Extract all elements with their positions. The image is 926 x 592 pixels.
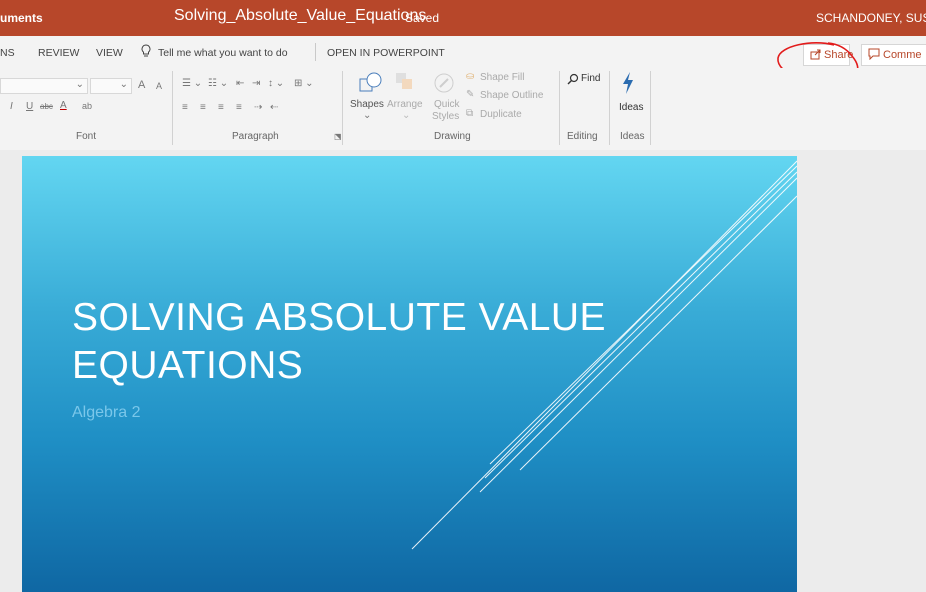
- align-left-icon[interactable]: ≡: [182, 102, 188, 113]
- chevron-down-icon: ⌄: [75, 79, 84, 90]
- justify-icon[interactable]: ≡: [236, 102, 242, 113]
- share-button[interactable]: Share: [803, 44, 854, 66]
- increase-indent-icon[interactable]: ⇥: [252, 78, 260, 89]
- ribbon: ⌄ ⌄ A A I U abc A ab Font ☰ ⌄ ☷ ⌄ ⇤ ⇥ ↕ …: [0, 68, 926, 150]
- paragraph-group-label: Paragraph: [232, 131, 279, 142]
- group-divider: [559, 71, 560, 145]
- comments-label: Comme: [883, 49, 922, 61]
- ltr-icon[interactable]: ⇢: [254, 102, 262, 113]
- decrease-indent-icon[interactable]: ⇤: [236, 78, 244, 89]
- lightbulb-icon: [140, 44, 152, 61]
- duplicate-button[interactable]: Duplicate: [480, 109, 522, 120]
- title-separator: -: [383, 11, 387, 25]
- shape-fill-button[interactable]: Shape Fill: [480, 72, 524, 83]
- highlight-button[interactable]: ab: [82, 101, 92, 111]
- font-group: ⌄ ⌄ A A I U abc A ab Font: [0, 68, 170, 150]
- tell-me-search[interactable]: Tell me what you want to do: [158, 47, 288, 59]
- drawing-group-label: Drawing: [434, 131, 471, 142]
- font-group-label: Font: [76, 131, 97, 142]
- slide-canvas: SOLVING ABSOLUTE VALUE EQUATIONS Algebra…: [0, 150, 926, 592]
- grow-font-button[interactable]: A: [138, 79, 145, 91]
- paragraph-group: ☰ ⌄ ☷ ⌄ ⇤ ⇥ ↕ ⌄ ⊞ ⌄ ≡ ≡ ≡ ≡ ⇢ ⇠ Paragrap…: [174, 68, 344, 150]
- group-divider: [342, 71, 343, 145]
- slide-title-line-2: EQUATIONS: [72, 344, 304, 387]
- strikethrough-button[interactable]: abc: [40, 102, 53, 111]
- tab-view[interactable]: VIEW: [96, 47, 123, 59]
- align-center-icon[interactable]: ≡: [200, 102, 206, 113]
- title-bar: uments Solving_Absolute_Value_Equations …: [0, 0, 926, 36]
- find-button[interactable]: Find: [581, 73, 600, 84]
- slide-title[interactable]: SOLVING ABSOLUTE VALUE EQUATIONS: [72, 294, 632, 390]
- underline-button[interactable]: U: [26, 101, 33, 112]
- slide-subtitle[interactable]: Algebra 2: [72, 404, 141, 422]
- paint-bucket-icon: ⛀: [466, 71, 475, 82]
- shape-outline-button[interactable]: Shape Outline: [480, 90, 543, 101]
- lightning-icon: [621, 71, 635, 100]
- open-in-powerpoint-button[interactable]: OPEN IN POWERPOINT: [327, 47, 445, 59]
- drawing-group: Shapes ⌄ Arrange ⌄ Quick Styles ⛀ Shape …: [344, 68, 558, 150]
- arrange-icon: [394, 71, 416, 98]
- tab-divider: [315, 43, 316, 61]
- font-size-dropdown[interactable]: ⌄: [90, 78, 132, 94]
- ribbon-tabs: NS REVIEW VIEW Tell me what you want to …: [0, 36, 926, 68]
- group-divider: [172, 71, 173, 145]
- dialog-launcher-icon[interactable]: ⬔: [334, 132, 342, 141]
- numbering-icon[interactable]: ☷ ⌄: [208, 78, 228, 89]
- quick-styles-icon: [432, 71, 456, 100]
- share-label: Share: [824, 49, 854, 61]
- quick-styles-label-1[interactable]: Quick: [434, 99, 460, 110]
- italic-button[interactable]: I: [10, 101, 13, 112]
- font-name-dropdown[interactable]: ⌄: [0, 78, 88, 94]
- ideas-group: Ideas Ideas: [611, 68, 651, 150]
- slide-title-line-1: SOLVING ABSOLUTE VALUE: [72, 296, 607, 339]
- editing-group: Find Editing: [561, 68, 607, 150]
- shrink-font-button[interactable]: A: [156, 81, 162, 91]
- search-icon: [567, 72, 579, 90]
- share-icon: [810, 48, 822, 63]
- shapes-icon[interactable]: [358, 70, 384, 101]
- chevron-down-icon: ⌄: [402, 110, 411, 121]
- user-name[interactable]: SCHANDONEY, SUSAN: [816, 11, 926, 25]
- arrange-button[interactable]: Arrange: [387, 99, 423, 110]
- align-right-icon[interactable]: ≡: [218, 102, 224, 113]
- line-spacing-icon[interactable]: ↕ ⌄: [268, 78, 284, 89]
- save-status: Saved: [405, 11, 440, 25]
- document-title[interactable]: Solving_Absolute_Value_Equations: [174, 7, 426, 25]
- chevron-down-icon: ⌄: [363, 110, 372, 121]
- rtl-icon[interactable]: ⇠: [270, 102, 278, 113]
- group-divider: [609, 71, 610, 145]
- tab-animations[interactable]: NS: [0, 47, 15, 59]
- chevron-down-icon: ⌄: [119, 79, 128, 90]
- tab-review[interactable]: REVIEW: [38, 47, 79, 59]
- editing-group-label: Editing: [567, 131, 598, 142]
- font-color-button[interactable]: A: [60, 100, 67, 111]
- comments-button[interactable]: Comme: [861, 44, 926, 66]
- ideas-button[interactable]: Ideas: [619, 102, 643, 113]
- duplicate-icon: ⧉: [466, 108, 474, 119]
- quick-styles-label-2[interactable]: Styles: [432, 111, 459, 122]
- group-divider: [650, 71, 651, 145]
- bullets-icon[interactable]: ☰ ⌄: [182, 78, 202, 89]
- breadcrumb[interactable]: uments: [0, 11, 43, 25]
- ideas-group-label: Ideas: [620, 131, 645, 142]
- slide[interactable]: SOLVING ABSOLUTE VALUE EQUATIONS Algebra…: [22, 156, 797, 592]
- comment-icon: [868, 48, 880, 63]
- shapes-button[interactable]: Shapes: [350, 99, 384, 110]
- pen-icon: ✎: [466, 89, 475, 100]
- text-direction-icon[interactable]: ⊞ ⌄: [294, 78, 314, 89]
